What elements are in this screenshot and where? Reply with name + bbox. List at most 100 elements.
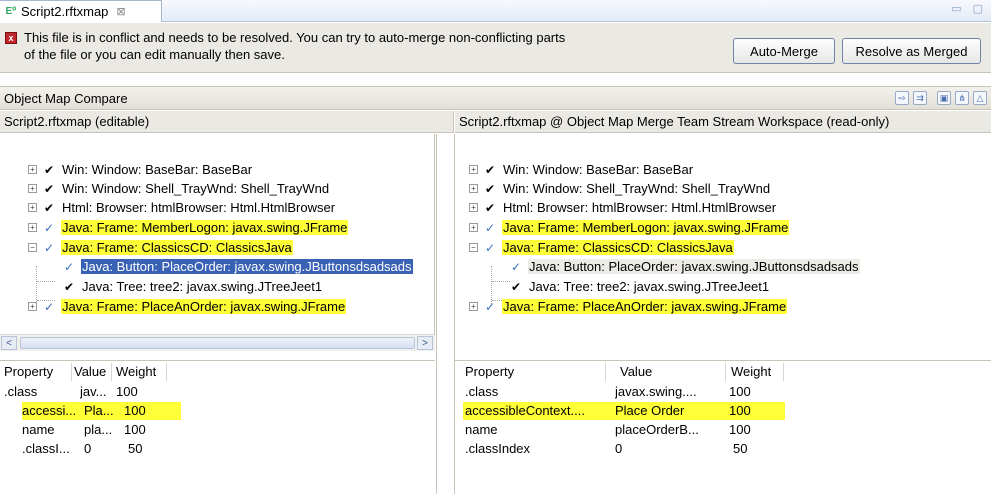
minimize-maximize-icon[interactable]: ▭ ▢ xyxy=(951,2,987,15)
tree-item[interactable]: − ✓ Java: Frame: ClassicsCD: ClassicsJav… xyxy=(469,238,734,257)
weight-cell: 100 xyxy=(729,384,751,399)
column-header-value[interactable]: Value xyxy=(74,364,106,379)
tree-item[interactable]: + ✓ Java: Frame: MemberLogon: javax.swin… xyxy=(28,218,349,237)
scroll-left-icon[interactable]: < xyxy=(1,336,17,350)
check-icon: ✓ xyxy=(44,240,55,255)
left-pane-header: Script2.rftxmap (editable) xyxy=(0,111,454,133)
left-tree-scrollbar[interactable]: < > xyxy=(0,334,435,351)
tree-item[interactable]: + ✓ Java: Frame: PlaceAnOrder: javax.swi… xyxy=(28,297,347,316)
collapse-icon[interactable]: − xyxy=(469,243,478,252)
column-header-property[interactable]: Property xyxy=(4,364,53,379)
expand-icon[interactable]: + xyxy=(469,184,478,193)
tree-item-selected[interactable]: ✓ Java: Button: PlaceOrder: javax.swing.… xyxy=(64,257,413,276)
property-cell: name xyxy=(22,422,55,437)
check-icon: ✔ xyxy=(485,200,496,215)
tree-item[interactable]: + ✔ Win: Window: Shell_TrayWnd: Shell_Tr… xyxy=(469,179,771,198)
column-header-property[interactable]: Property xyxy=(465,364,514,379)
editor-tab-bar: E⁰ Script2.rftxmap ⊠ ▭ ▢ xyxy=(0,0,991,22)
expand-icon[interactable]: + xyxy=(28,302,37,311)
expand-icon[interactable]: + xyxy=(469,165,478,174)
check-icon: ✓ xyxy=(485,299,496,314)
right-object-tree[interactable]: + ✔ Win: Window: BaseBar: BaseBar + ✔ Wi… xyxy=(455,134,991,334)
value-cell: placeOrderB... xyxy=(615,422,699,437)
column-header-value[interactable]: Value xyxy=(620,364,652,379)
conflict-message-line1: This file is in conflict and needs to be… xyxy=(24,30,566,45)
tree-item-label: Win: Window: Shell_TrayWnd: Shell_TrayWn… xyxy=(62,181,330,196)
left-property-table[interactable]: Property Value Weight .class jav... 100 … xyxy=(0,360,435,494)
tree-item-label: Java: Frame: MemberLogon: javax.swing.JF… xyxy=(61,220,349,235)
expand-icon[interactable]: + xyxy=(28,165,37,174)
table-row[interactable]: name pla... 100 xyxy=(0,421,435,439)
tree-item[interactable]: + ✔ Win: Window: BaseBar: BaseBar xyxy=(28,160,253,179)
scrollbar-thumb[interactable] xyxy=(20,337,415,349)
table-row[interactable]: name placeOrderB... 100 xyxy=(455,421,991,439)
scroll-right-icon[interactable]: > xyxy=(417,336,433,350)
pane-divider[interactable] xyxy=(436,134,455,494)
weight-cell: 100 xyxy=(124,403,146,418)
expand-icon[interactable]: + xyxy=(28,223,37,232)
object-map-file-icon: E⁰ xyxy=(5,6,17,17)
tree-item[interactable]: + ✔ Win: Window: BaseBar: BaseBar xyxy=(469,160,694,179)
next-change-icon[interactable]: △ xyxy=(973,91,987,105)
tree-item[interactable]: ✔ Java: Tree: tree2: javax.swing.JTreeJe… xyxy=(64,277,323,296)
weight-cell: 50 xyxy=(733,441,748,456)
check-icon: ✔ xyxy=(485,181,496,196)
copy-right-icon[interactable]: ⇨ xyxy=(895,91,909,105)
tree-item-label: Java: Frame: PlaceAnOrder: javax.swing.J… xyxy=(61,299,347,314)
left-object-tree[interactable]: + ✔ Win: Window: BaseBar: BaseBar + ✔ Wi… xyxy=(0,134,435,334)
property-cell: accessibleContext.... xyxy=(465,403,585,418)
tree-item-label: Java: Frame: MemberLogon: javax.swing.JF… xyxy=(502,220,790,235)
value-cell: 0 xyxy=(84,441,92,456)
editor-tab-title: Script2.rftxmap xyxy=(21,4,109,19)
tree-item[interactable]: ✓ Java: Button: PlaceOrder: javax.swing.… xyxy=(511,257,860,276)
tree-item[interactable]: + ✔ Html: Browser: htmlBrowser: Html.Htm… xyxy=(469,198,777,217)
tree-item-label: Java: Button: PlaceOrder: javax.swing.JB… xyxy=(528,259,860,274)
property-cell: .classI... xyxy=(22,441,70,456)
property-cell: name xyxy=(465,422,498,437)
tree-item-label: Java: Frame: PlaceAnOrder: javax.swing.J… xyxy=(502,299,788,314)
conflict-icon: x xyxy=(5,32,17,44)
table-row[interactable]: .class javax.swing.... 100 xyxy=(455,383,991,401)
check-icon: ✓ xyxy=(485,240,496,255)
tree-item-label: Java: Frame: ClassicsCD: ClassicsJava xyxy=(61,240,293,255)
auto-merge-button[interactable]: Auto-Merge xyxy=(733,38,835,64)
expand-icon[interactable]: + xyxy=(469,203,478,212)
tree-item[interactable]: + ✓ Java: Frame: MemberLogon: javax.swin… xyxy=(469,218,790,237)
tree-item[interactable]: + ✔ Html: Browser: htmlBrowser: Html.Htm… xyxy=(28,198,336,217)
tree-item[interactable]: ✔ Java: Tree: tree2: javax.swing.JTreeJe… xyxy=(511,277,770,296)
close-tab-icon[interactable]: ⊠ xyxy=(116,5,125,18)
tree-item[interactable]: + ✔ Win: Window: Shell_TrayWnd: Shell_Tr… xyxy=(28,179,330,198)
table-row-highlighted[interactable]: accessi... Pla... 100 xyxy=(0,402,435,420)
tree-item[interactable]: − ✓ Java: Frame: ClassicsCD: ClassicsJav… xyxy=(28,238,293,257)
table-row-highlighted[interactable]: accessibleContext.... Place Order 100 xyxy=(455,402,991,420)
expand-icon[interactable]: + xyxy=(469,223,478,232)
expand-icon[interactable]: + xyxy=(28,203,37,212)
table-row[interactable]: .classI... 0 50 xyxy=(0,440,435,458)
conflict-message-line2: of the file or you can edit manually the… xyxy=(24,47,285,62)
resolve-as-merged-button[interactable]: Resolve as Merged xyxy=(842,38,981,64)
check-icon: ✓ xyxy=(44,220,55,235)
value-cell: Place Order xyxy=(615,403,685,418)
table-row[interactable]: .class jav... 100 xyxy=(0,383,435,401)
value-cell: 0 xyxy=(615,441,623,456)
table-row[interactable]: .classIndex 0 50 xyxy=(455,440,991,458)
column-header-weight[interactable]: Weight xyxy=(116,364,156,379)
weight-cell: 100 xyxy=(116,384,138,399)
weight-cell: 100 xyxy=(729,403,751,418)
save-icon[interactable]: ▣ xyxy=(937,91,951,105)
copy-all-icon[interactable]: ⇉ xyxy=(913,91,927,105)
expand-icon[interactable]: + xyxy=(28,184,37,193)
tree-item-label: Java: Tree: tree2: javax.swing.JTreeJeet… xyxy=(82,279,323,294)
right-property-table[interactable]: Property Value Weight .class javax.swing… xyxy=(455,360,991,494)
column-header-weight[interactable]: Weight xyxy=(731,364,771,379)
tree-item[interactable]: + ✓ Java: Frame: PlaceAnOrder: javax.swi… xyxy=(469,297,788,316)
value-cell: javax.swing.... xyxy=(615,384,697,399)
tree-item-label: Java: Button: PlaceOrder: javax.swing.JB… xyxy=(81,259,413,274)
collapse-icon[interactable]: − xyxy=(28,243,37,252)
editor-tab[interactable]: E⁰ Script2.rftxmap ⊠ xyxy=(0,0,162,22)
expand-icon[interactable]: + xyxy=(469,302,478,311)
check-icon: ✔ xyxy=(485,162,496,177)
tree-item-label: Java: Frame: ClassicsCD: ClassicsJava xyxy=(502,240,734,255)
check-icon: ✔ xyxy=(44,200,55,215)
merge-icon[interactable]: ⋔ xyxy=(955,91,969,105)
